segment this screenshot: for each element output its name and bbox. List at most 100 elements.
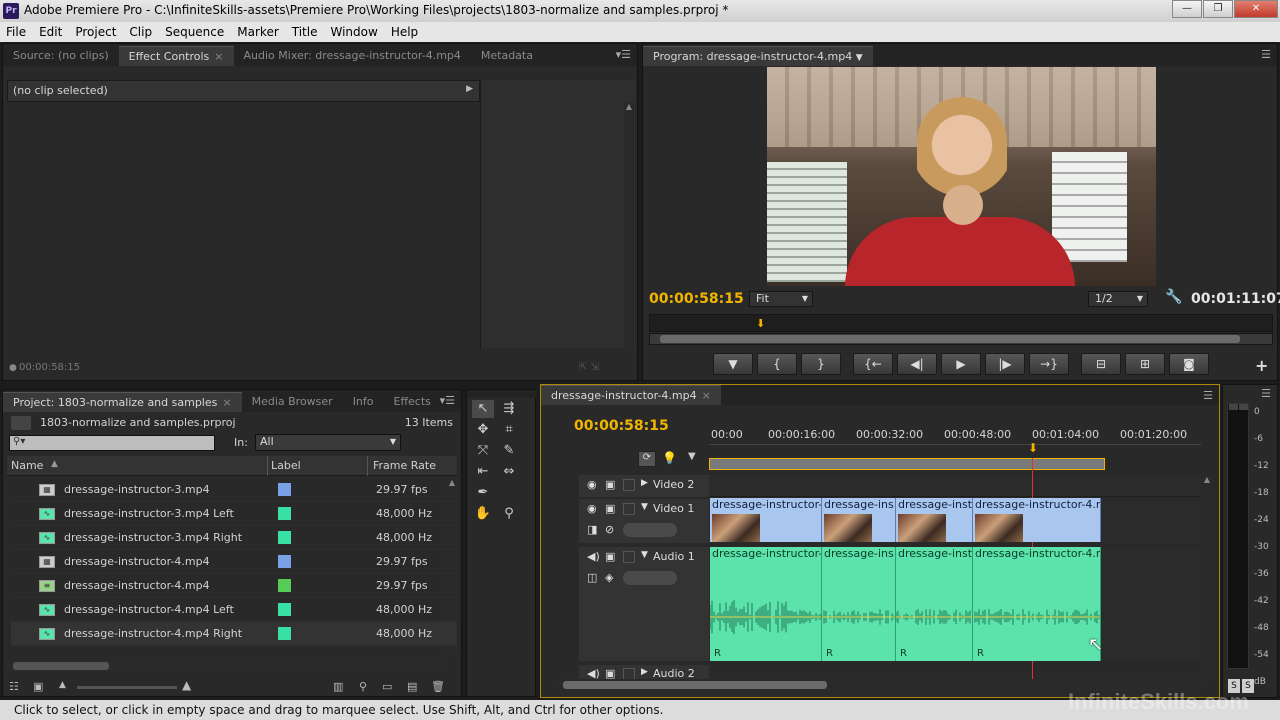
marker-icon[interactable]: ▼ [688,451,696,462]
timeline-vertical-scrollbar[interactable]: ▲ [1201,475,1213,673]
program-video-frame[interactable] [767,67,1156,286]
lightbulb-icon[interactable]: 💡 [662,451,677,465]
selection-tool-icon[interactable]: ↖ [472,400,494,418]
tab-project[interactable]: Project: 1803-normalize and samples × [3,392,242,412]
label-color-swatch[interactable] [278,531,291,544]
audio-clip[interactable]: dressage-ins R [822,547,896,661]
display-style-icon[interactable]: ◨ [587,523,597,536]
step-back-button[interactable]: ◀| [897,353,937,375]
menu-help[interactable]: Help [385,25,425,39]
zoom-out-icon[interactable]: ▲ [59,680,66,690]
vertical-scrollbar[interactable]: ▲ [624,102,634,348]
label-color-swatch[interactable] [278,507,291,520]
step-forward-button[interactable]: |▶ [985,353,1025,375]
dropdown-icon[interactable]: ▼ [856,53,863,63]
program-current-timecode[interactable]: 00:00:58:15 [649,291,744,307]
menu-sequence[interactable]: Sequence [159,25,231,39]
wrench-icon[interactable]: 🔧 [1165,289,1182,305]
menu-clip[interactable]: Clip [123,25,159,39]
keyframe-toggle-icon[interactable]: ⊘ [605,523,614,536]
expand-track-icon[interactable]: ▶ [641,478,648,488]
list-item[interactable]: ▦ dressage-instructor-3.mp4 29.97 fps [11,478,457,502]
close-tab-icon[interactable]: × [222,396,231,409]
razor-tool-icon[interactable]: ✎ [498,442,520,460]
program-zoom-scrollbar[interactable] [649,333,1273,345]
extract-button[interactable]: ⊞ [1125,353,1165,375]
menu-project[interactable]: Project [69,25,123,39]
column-frame-rate[interactable]: Frame Rate [373,459,436,472]
close-tab-icon[interactable]: × [702,389,711,402]
icon-view-icon[interactable]: ▣ [33,680,43,693]
scroll-thumb[interactable] [13,662,109,670]
go-to-out-button[interactable]: →} [1029,353,1069,375]
keyframe-nav[interactable] [623,571,677,585]
snap-icon[interactable]: ⟳ [638,451,656,467]
video-clip[interactable]: dressage-ins [822,498,896,542]
panel-menu-icon[interactable]: ☰ [1261,387,1271,400]
timeline-timecode[interactable]: 00:00:58:15 [574,418,669,434]
film-icon[interactable]: ▣ [605,550,615,563]
button-editor-add-icon[interactable]: + [1255,356,1268,375]
work-area-bar[interactable] [709,458,1105,470]
audio-clip[interactable]: dressage-instructor-4.m R [973,547,1101,661]
tab-audio-mixer[interactable]: Audio Mixer: dressage-instructor-4.mp4 [234,46,471,66]
film-icon[interactable]: ▣ [605,502,615,515]
project-horizontal-scrollbar[interactable] [7,660,445,672]
tab-metadata[interactable]: Metadata [471,46,543,66]
find-icon[interactable]: ⚲ [359,680,367,693]
lock-toggle[interactable] [623,479,635,491]
list-item[interactable]: ≡ dressage-instructor-4.mp4 29.97 fps [11,574,457,598]
list-item[interactable]: ▦ dressage-instructor-4.mp4 29.97 fps [11,550,457,574]
track-select-tool-icon[interactable]: ⇶ [498,400,520,418]
label-color-swatch[interactable] [278,579,291,592]
go-to-in-button[interactable]: {← [853,353,893,375]
zoom-in-icon[interactable]: ▲ [182,678,191,692]
collapse-track-icon[interactable]: ▼ [641,550,648,560]
add-marker-button[interactable]: ▼ [713,353,753,375]
new-bin-icon[interactable]: ▭ [382,680,392,693]
timeline-ruler[interactable]: 00:00 00:00:16:00 00:00:32:00 00:00:48:0… [709,423,1201,445]
effect-controls-timecode[interactable]: 00:00:58:15 [19,362,80,373]
expand-arrow-icon[interactable]: ▶ [466,84,473,94]
audio-clip[interactable]: dressage-inst R [896,547,973,661]
zoom-scroll-thumb[interactable] [660,335,1240,343]
mark-out-button[interactable]: } [801,353,841,375]
panel-menu-icon[interactable]: ▾☰ [440,394,455,407]
play-button[interactable]: ▶ [941,353,981,375]
tab-sequence[interactable]: dressage-instructor-4.mp4 × [541,385,721,405]
tab-media-browser[interactable]: Media Browser [242,392,343,412]
label-color-swatch[interactable] [278,603,291,616]
zoom-tool-icon[interactable]: ⚲ [498,505,520,523]
label-color-swatch[interactable] [278,627,291,640]
automate-to-sequence-icon[interactable]: ▥ [333,680,343,693]
tab-info[interactable]: Info [343,392,384,412]
rolling-edit-tool-icon[interactable]: ⌗ [498,421,520,439]
ripple-edit-tool-icon[interactable]: ✥ [472,421,494,439]
close-button[interactable]: ✕ [1234,0,1278,18]
list-item[interactable]: ∿ dressage-instructor-3.mp4 Right 48,000 H… [11,526,457,550]
track-lane-video2[interactable] [709,475,1201,497]
menu-marker[interactable]: Marker [231,25,285,39]
sort-ascending-icon[interactable]: ▲ [51,459,58,469]
slide-tool-icon[interactable]: ⇔ [498,463,520,481]
column-name[interactable]: Name [11,459,43,472]
lock-toggle[interactable] [623,503,635,515]
tab-source[interactable]: Source: (no clips) [3,46,119,66]
video-clip[interactable]: dressage-instructor- [710,498,822,542]
resolution-select[interactable]: 1/2 ▼ [1088,291,1148,307]
close-tab-icon[interactable]: × [214,50,223,63]
list-view-icon[interactable]: ☷ [9,680,19,693]
list-item[interactable]: ∿ dressage-instructor-4.mp4 Left 48,000 Hz [11,598,457,622]
keyframe-toggle-icon[interactable]: ◈ [605,571,613,584]
tab-effect-controls[interactable]: Effect Controls × [118,46,234,66]
footer-icons[interactable]: ⇱ ⇲ [579,362,599,373]
in-filter-select[interactable]: All ▼ [255,434,401,451]
timeline-playhead-marker[interactable]: ⬇ [1028,441,1038,455]
eye-icon[interactable]: ◉ [587,502,597,515]
audio-clip[interactable]: dressage-instructor- R [710,547,822,661]
panel-menu-icon[interactable]: ▾☰ [616,48,631,61]
maximize-button[interactable]: ❐ [1203,0,1233,18]
list-item[interactable]: ∿ dressage-instructor-4.mp4 Right 48,000 H… [11,622,457,646]
pen-tool-icon[interactable]: ✒ [472,484,494,502]
label-color-swatch[interactable] [278,555,291,568]
